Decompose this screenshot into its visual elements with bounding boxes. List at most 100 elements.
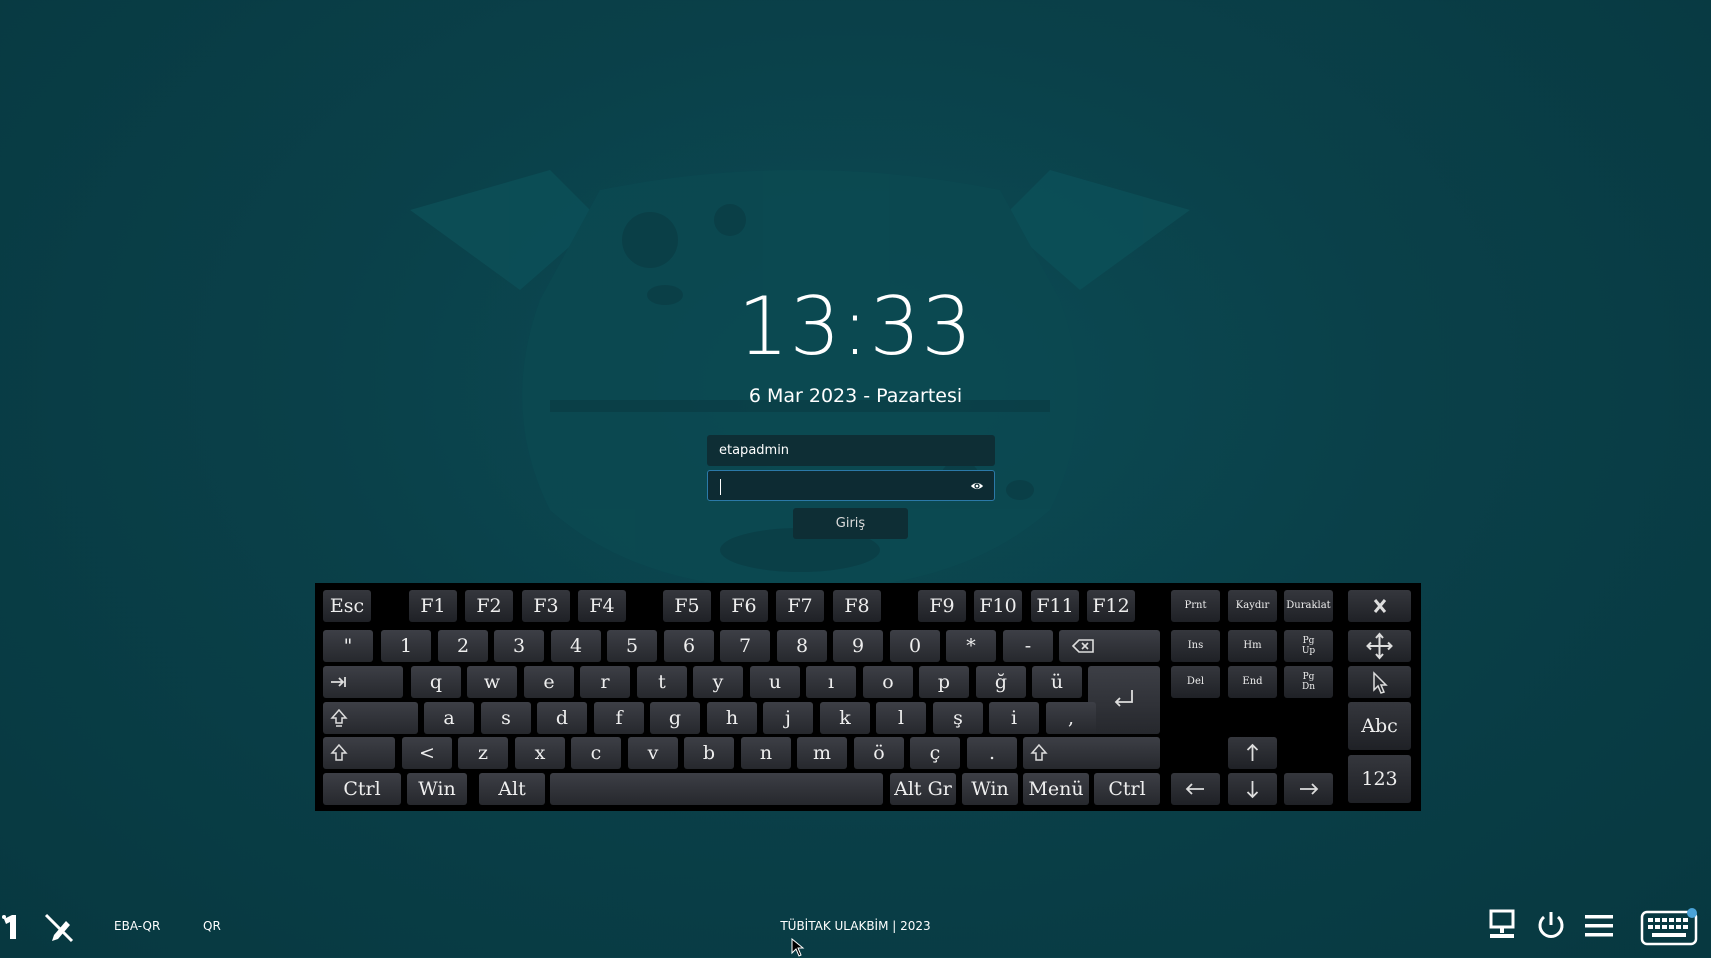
key-enter[interactable]	[1088, 666, 1160, 734]
key-ctrl-left[interactable]: Ctrl	[323, 773, 401, 805]
key-f2[interactable]: F2	[465, 590, 513, 622]
key-7[interactable]: 7	[720, 630, 770, 662]
key-q[interactable]: q	[411, 666, 461, 698]
key-r[interactable]: r	[580, 666, 630, 698]
key-menu[interactable]: Menü	[1023, 773, 1089, 805]
key-tab[interactable]	[323, 666, 403, 698]
move-keyboard-button[interactable]	[1348, 630, 1411, 662]
key-f7[interactable]: F7	[776, 590, 824, 622]
login-button[interactable]: Giriş	[793, 508, 908, 539]
key-comma[interactable]: ,	[1046, 702, 1096, 734]
key-less-than[interactable]: <	[402, 737, 452, 769]
key-x[interactable]: x	[515, 737, 565, 769]
key-print-screen[interactable]: Prnt	[1171, 590, 1220, 622]
keyboard-icon[interactable]	[1640, 907, 1698, 947]
key-j[interactable]: j	[763, 702, 813, 734]
close-keyboard-button[interactable]	[1348, 590, 1411, 622]
key-alt-gr[interactable]: Alt Gr	[890, 773, 956, 805]
key-u[interactable]: u	[750, 666, 800, 698]
key-2[interactable]: 2	[438, 630, 488, 662]
key-end[interactable]: End	[1228, 666, 1277, 698]
key-8[interactable]: 8	[777, 630, 827, 662]
key-f12[interactable]: F12	[1087, 590, 1135, 622]
key-home[interactable]: Hm	[1228, 630, 1277, 662]
menu-icon[interactable]	[1584, 911, 1614, 941]
key-alt[interactable]: Alt	[479, 773, 545, 805]
key-delete[interactable]: Del	[1171, 666, 1220, 698]
key-v[interactable]: v	[628, 737, 678, 769]
key-p[interactable]: p	[919, 666, 969, 698]
key-f10[interactable]: F10	[974, 590, 1022, 622]
key-minus[interactable]: -	[1003, 630, 1053, 662]
key-backspace[interactable]	[1059, 630, 1160, 662]
numeric-layout-button[interactable]: 123	[1348, 755, 1411, 803]
key-dotless-i[interactable]: ı	[806, 666, 856, 698]
key-u-umlaut[interactable]: ü	[1032, 666, 1082, 698]
pointer-mode-button[interactable]	[1348, 666, 1411, 698]
key-f5[interactable]: F5	[663, 590, 711, 622]
key-m[interactable]: m	[797, 737, 847, 769]
key-g-breve[interactable]: ğ	[976, 666, 1026, 698]
key-esc[interactable]: Esc	[323, 590, 371, 622]
key-arrow-left[interactable]	[1171, 773, 1220, 805]
key-scroll-lock[interactable]: Kaydır	[1228, 590, 1277, 622]
key-4[interactable]: 4	[551, 630, 601, 662]
key-9[interactable]: 9	[833, 630, 883, 662]
key-s-cedilla[interactable]: ş	[933, 702, 983, 734]
key-period[interactable]: .	[967, 737, 1017, 769]
key-3[interactable]: 3	[494, 630, 544, 662]
key-f11[interactable]: F11	[1031, 590, 1079, 622]
key-page-down[interactable]: Pg Dn	[1284, 666, 1333, 698]
key-d[interactable]: d	[537, 702, 587, 734]
key-f3[interactable]: F3	[522, 590, 570, 622]
key-arrow-down[interactable]	[1228, 773, 1277, 805]
key-f6[interactable]: F6	[720, 590, 768, 622]
key-ctrl-right[interactable]: Ctrl	[1094, 773, 1160, 805]
key-5[interactable]: 5	[607, 630, 657, 662]
key-f1[interactable]: F1	[409, 590, 457, 622]
key-quote[interactable]: "	[323, 630, 373, 662]
key-space[interactable]	[550, 773, 883, 805]
key-z[interactable]: z	[458, 737, 508, 769]
key-k[interactable]: k	[820, 702, 870, 734]
key-b[interactable]: b	[684, 737, 734, 769]
key-w[interactable]: w	[467, 666, 517, 698]
key-c-cedilla[interactable]: ç	[910, 737, 960, 769]
key-shift-left[interactable]	[323, 737, 395, 769]
power-icon[interactable]	[1535, 909, 1567, 943]
key-0[interactable]: 0	[890, 630, 940, 662]
key-insert[interactable]: Ins	[1171, 630, 1220, 662]
key-h[interactable]: h	[707, 702, 757, 734]
key-f4[interactable]: F4	[578, 590, 626, 622]
show-password-icon[interactable]	[970, 479, 984, 493]
key-f9[interactable]: F9	[918, 590, 966, 622]
key-win-left[interactable]: Win	[407, 773, 467, 805]
key-6[interactable]: 6	[664, 630, 714, 662]
key-asterisk[interactable]: *	[946, 630, 996, 662]
key-o[interactable]: o	[863, 666, 913, 698]
key-o-umlaut[interactable]: ö	[854, 737, 904, 769]
key-f[interactable]: f	[594, 702, 644, 734]
key-arrow-up[interactable]	[1228, 737, 1277, 769]
key-y[interactable]: y	[693, 666, 743, 698]
key-g[interactable]: g	[650, 702, 700, 734]
key-arrow-right[interactable]	[1284, 773, 1333, 805]
network-icon[interactable]	[1487, 909, 1517, 943]
key-e[interactable]: e	[524, 666, 574, 698]
key-a[interactable]: a	[424, 702, 474, 734]
key-c[interactable]: c	[571, 737, 621, 769]
key-page-up[interactable]: Pg Up	[1284, 630, 1333, 662]
abc-layout-button[interactable]: Abc	[1348, 702, 1411, 750]
password-field[interactable]	[707, 470, 995, 501]
key-win-right[interactable]: Win	[962, 773, 1018, 805]
key-i-dotted[interactable]: i	[989, 702, 1039, 734]
key-l[interactable]: l	[876, 702, 926, 734]
key-1[interactable]: 1	[381, 630, 431, 662]
key-pause[interactable]: Duraklat	[1284, 590, 1333, 622]
key-caps-lock[interactable]	[323, 702, 418, 734]
key-s[interactable]: s	[481, 702, 531, 734]
key-f8[interactable]: F8	[833, 590, 881, 622]
key-n[interactable]: n	[741, 737, 791, 769]
key-shift-right[interactable]	[1023, 737, 1160, 769]
key-t[interactable]: t	[637, 666, 687, 698]
